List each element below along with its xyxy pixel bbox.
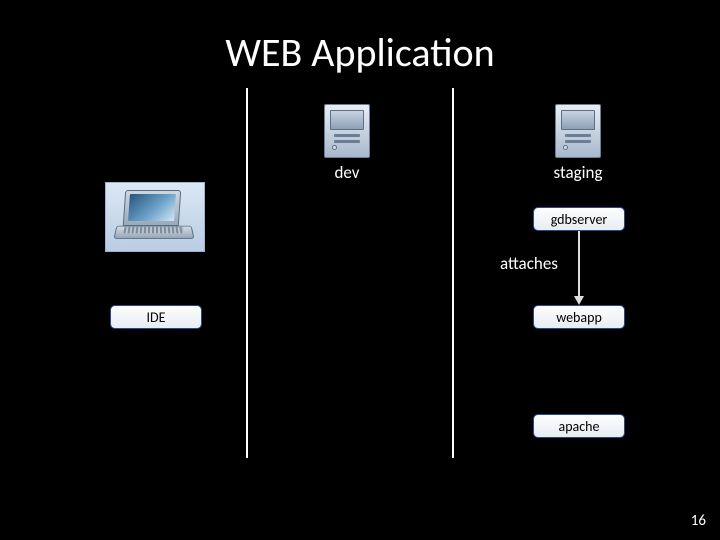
arrow-attaches-head: [574, 296, 584, 305]
webapp-box: webapp: [533, 305, 625, 329]
client-laptop-icon: [105, 182, 205, 252]
arrow-attaches: [578, 231, 580, 297]
dev-label: dev: [320, 162, 374, 183]
attaches-label: attaches: [500, 253, 580, 274]
staging-label: staging: [540, 162, 616, 183]
page-title: WEB Application: [0, 28, 720, 77]
divider-right: [452, 88, 454, 458]
divider-left: [246, 88, 248, 458]
apache-box: apache: [533, 414, 625, 438]
server-icon: [320, 98, 374, 160]
server-icon: [551, 98, 605, 160]
gdbserver-box: gdbserver: [533, 207, 625, 231]
page-number: 16: [691, 512, 706, 530]
ide-box: IDE: [110, 305, 202, 329]
